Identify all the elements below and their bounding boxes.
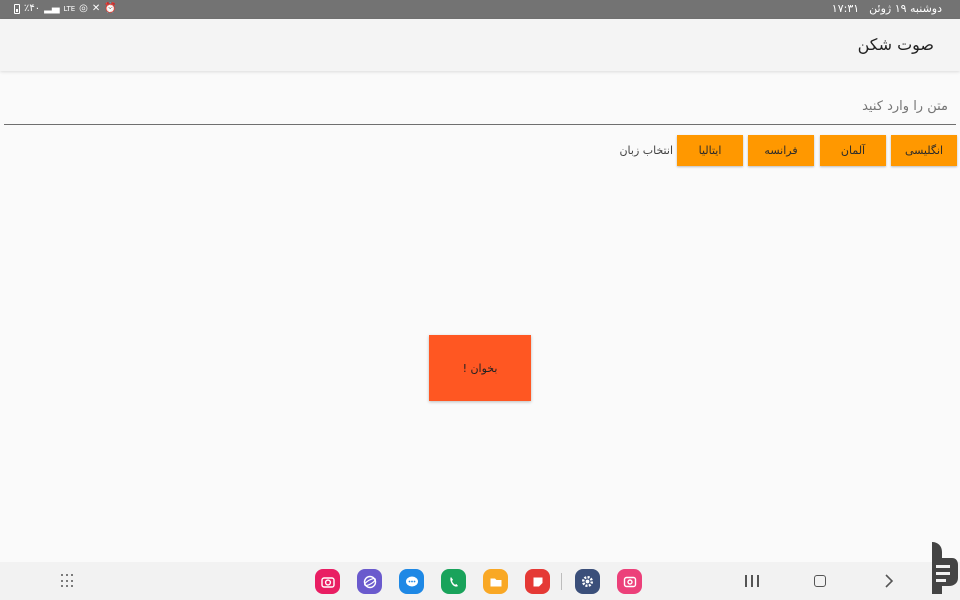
language-select-label: انتخاب زبان <box>619 144 673 157</box>
read-button[interactable]: بخوان ! <box>429 335 531 401</box>
lang-button-english[interactable]: انگلیسی <box>891 135 957 166</box>
app-bar: صوت شکن <box>0 19 960 71</box>
screen-recorder-icon[interactable] <box>617 569 642 594</box>
status-datetime: دوشنبه ۱۹ ژوئن ۱۷:۳۱ <box>832 2 942 15</box>
messages-icon[interactable] <box>399 569 424 594</box>
text-input[interactable] <box>4 88 956 125</box>
status-bar: ٪۴۰ ▂▄ LTE ◎ ✕ ⏰ دوشنبه ۱۹ ژوئن ۱۷:۳۱ <box>0 0 960 19</box>
app-store-logo-icon <box>918 538 960 600</box>
notes-icon[interactable] <box>525 569 550 594</box>
lang-button-italian[interactable]: ایتالیا <box>677 135 743 166</box>
lte-icon: LTE <box>63 5 76 13</box>
status-time: ۱۷:۳۱ <box>831 2 860 15</box>
mute-icon: ✕ <box>91 3 101 14</box>
hotspot-icon: ◎ <box>79 3 88 14</box>
alarm-icon: ⏰ <box>104 3 117 14</box>
back-button[interactable] <box>880 570 898 592</box>
lang-button-french[interactable]: فرانسه <box>748 135 814 166</box>
phone-icon[interactable] <box>441 569 466 594</box>
signal-icon: ▂▄ <box>44 3 60 14</box>
dock-divider <box>561 573 562 590</box>
lang-button-german[interactable]: آلمان <box>820 135 886 166</box>
settings-icon[interactable] <box>575 569 600 594</box>
app-title: صوت شکن <box>857 35 934 54</box>
home-button[interactable] <box>812 570 828 592</box>
status-icons: ٪۴۰ ▂▄ LTE ◎ ✕ ⏰ <box>14 3 117 15</box>
battery-percent: ٪۴۰ <box>24 3 41 14</box>
battery-icon <box>14 4 20 14</box>
recents-button[interactable] <box>742 570 762 592</box>
internet-icon[interactable] <box>357 569 382 594</box>
camera-icon[interactable] <box>315 569 340 594</box>
apps-drawer-icon[interactable] <box>61 574 75 588</box>
status-date: دوشنبه ۱۹ ژوئن <box>869 2 942 15</box>
my-files-icon[interactable] <box>483 569 508 594</box>
taskbar <box>0 562 960 600</box>
